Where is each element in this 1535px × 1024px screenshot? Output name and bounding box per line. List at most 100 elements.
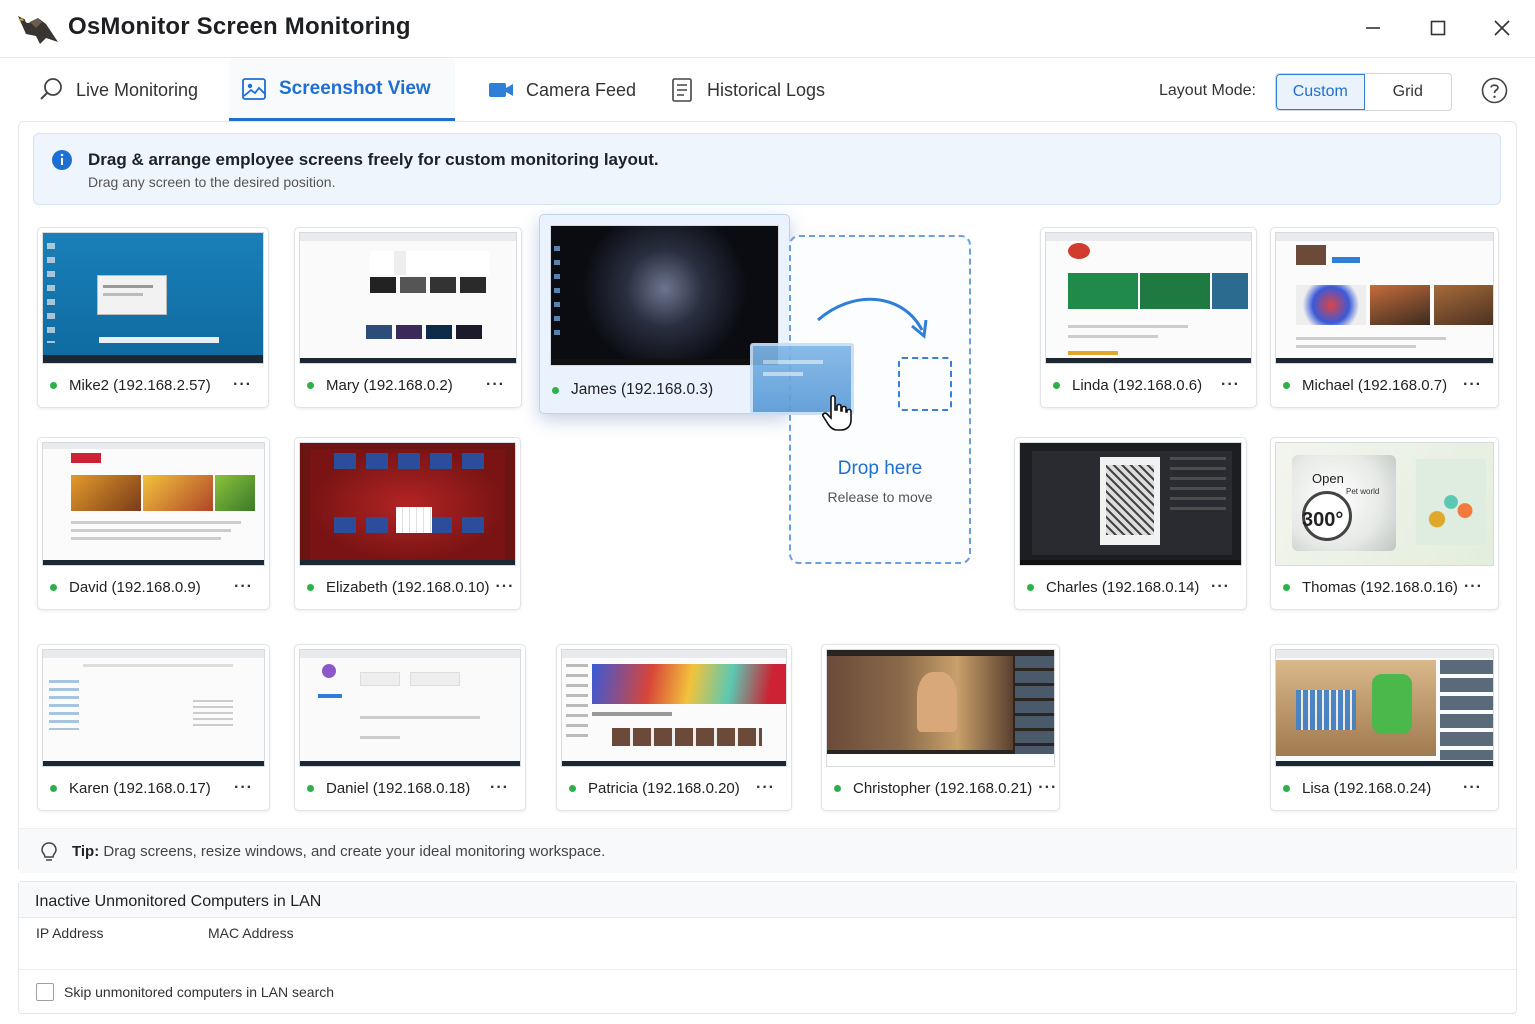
online-status-icon <box>552 386 559 394</box>
drop-subtitle: Release to move <box>827 489 933 505</box>
more-options-icon[interactable]: ··· <box>484 779 515 797</box>
inactive-panel-title: Inactive Unmonitored Computers in LAN <box>19 882 1516 918</box>
computer-name: Elizabeth (192.168.0.10) <box>326 578 490 596</box>
list-divider <box>19 969 1516 970</box>
online-status-icon <box>1283 381 1290 389</box>
layout-custom-button[interactable]: Custom <box>1276 74 1365 110</box>
screen-card-christopher[interactable]: Christopher (192.168.0.21) ··· <box>821 644 1060 811</box>
card-footer: Michael (192.168.0.7) ··· <box>1271 363 1498 407</box>
camera-icon <box>489 83 513 97</box>
screen-thumbnail <box>1019 442 1242 566</box>
screen-thumbnail <box>42 649 265 767</box>
tab-live-monitoring[interactable]: Live Monitoring <box>26 59 210 121</box>
thumb-open-text: Open <box>1312 471 1344 486</box>
computer-name: James (192.168.0.3) <box>571 381 714 398</box>
computer-name: Michael (192.168.0.7) <box>1302 376 1448 394</box>
lightbulb-icon <box>41 842 57 861</box>
more-options-icon[interactable]: ··· <box>1215 376 1246 394</box>
app-title: OsMonitor Screen Monitoring <box>68 13 411 40</box>
skip-unmonitored-checkbox[interactable] <box>36 983 54 1001</box>
more-options-icon[interactable]: ··· <box>1457 376 1488 394</box>
screen-thumbnail: Open Pet world 300° <box>1275 442 1494 566</box>
card-footer: Christopher (192.168.0.21) ··· <box>822 766 1059 810</box>
screen-card-karen[interactable]: Karen (192.168.0.17) ··· <box>37 644 270 811</box>
screen-card-mike2[interactable]: Mike2 (192.168.2.57) ··· <box>37 227 269 408</box>
more-options-icon[interactable]: ··· <box>1457 779 1488 797</box>
more-options-icon[interactable]: ··· <box>1032 779 1063 797</box>
card-footer: Patricia (192.168.0.20) ··· <box>557 766 791 810</box>
info-icon <box>52 150 72 170</box>
online-status-icon <box>1027 583 1034 591</box>
computer-name: Patricia (192.168.0.20) <box>588 779 740 797</box>
tab-camera-feed[interactable]: Camera Feed <box>476 59 648 121</box>
tab-historical-logs[interactable]: Historical Logs <box>657 59 837 121</box>
tab-screenshot-view[interactable]: Screenshot View <box>229 59 455 121</box>
computer-name: Daniel (192.168.0.18) <box>326 779 471 797</box>
maximize-button[interactable] <box>1416 10 1460 46</box>
tab-label: Live Monitoring <box>76 79 199 100</box>
inactive-computers-panel: Inactive Unmonitored Computers in LAN IP… <box>18 881 1517 1014</box>
screen-card-thomas[interactable]: Open Pet world 300° Thomas (192.168.0.16… <box>1270 437 1499 610</box>
screen-card-mary[interactable]: Mary (192.168.0.2) ··· <box>294 227 522 408</box>
layout-grid-button[interactable]: Grid <box>1365 74 1452 110</box>
more-options-icon[interactable]: ··· <box>489 578 520 596</box>
computer-name: Charles (192.168.0.14) <box>1046 578 1200 596</box>
screen-card-charles[interactable]: Charles (192.168.0.14) ··· <box>1014 437 1247 610</box>
card-footer: Linda (192.168.0.6) ··· <box>1041 363 1256 407</box>
minimize-button[interactable] <box>1351 10 1395 46</box>
tab-label: Screenshot View <box>279 77 431 99</box>
thumb-pet-world-text: Pet world <box>1346 487 1380 496</box>
tip-text: Tip: Drag screens, resize windows, and c… <box>72 843 605 860</box>
screen-card-daniel[interactable]: Daniel (192.168.0.18) ··· <box>294 644 526 811</box>
layout-mode-label: Layout Mode: <box>1159 82 1256 99</box>
online-status-icon <box>50 381 57 389</box>
screen-card-elizabeth[interactable]: Elizabeth (192.168.0.10) ··· <box>294 437 521 610</box>
tab-bar: Live Monitoring Screenshot View Camera F… <box>0 59 1535 121</box>
close-icon <box>1494 20 1510 36</box>
image-icon <box>242 77 266 100</box>
online-status-icon <box>1053 381 1060 389</box>
close-button[interactable] <box>1480 10 1524 46</box>
screen-thumbnail <box>561 649 787 767</box>
more-options-icon[interactable]: ··· <box>750 779 781 797</box>
online-status-icon <box>1283 583 1290 591</box>
online-status-icon <box>307 583 314 591</box>
screen-card-david[interactable]: David (192.168.0.9) ··· <box>37 437 270 610</box>
screen-thumbnail <box>299 442 516 566</box>
search-icon <box>40 78 62 100</box>
tip-label: Tip: <box>72 843 100 860</box>
more-options-icon[interactable]: ··· <box>227 376 258 394</box>
online-status-icon <box>50 784 57 792</box>
help-icon[interactable] <box>1481 77 1508 104</box>
computer-name: Lisa (192.168.0.24) <box>1302 779 1432 797</box>
screen-thumbnail <box>1275 232 1494 364</box>
more-options-icon[interactable]: ··· <box>1458 578 1489 596</box>
tip-body: Drag screens, resize windows, and create… <box>99 843 606 860</box>
eagle-logo-icon <box>18 16 58 44</box>
minimize-icon <box>1366 27 1380 29</box>
screen-thumbnail <box>1045 232 1252 364</box>
computer-name: Karen (192.168.0.17) <box>69 779 211 797</box>
online-status-icon <box>834 784 841 792</box>
more-options-icon[interactable]: ··· <box>228 779 259 797</box>
hand-cursor-icon <box>822 394 852 431</box>
card-footer: Charles (192.168.0.14) ··· <box>1015 565 1246 609</box>
more-options-icon[interactable]: ··· <box>480 376 511 394</box>
card-footer: Thomas (192.168.0.16) ··· <box>1271 565 1498 609</box>
screen-thumbnail <box>826 649 1055 767</box>
tab-label: Camera Feed <box>526 79 637 100</box>
more-options-icon[interactable]: ··· <box>1205 578 1236 596</box>
column-mac-address[interactable]: MAC Address <box>208 925 294 941</box>
screen-card-michael[interactable]: Michael (192.168.0.7) ··· <box>1270 227 1499 408</box>
card-footer: Mike2 (192.168.2.57) ··· <box>38 363 268 407</box>
online-status-icon <box>307 784 314 792</box>
card-footer: Daniel (192.168.0.18) ··· <box>295 766 525 810</box>
card-footer: Karen (192.168.0.17) ··· <box>38 766 269 810</box>
more-options-icon[interactable]: ··· <box>228 578 259 596</box>
screen-card-patricia[interactable]: Patricia (192.168.0.20) ··· <box>556 644 792 811</box>
column-ip-address[interactable]: IP Address <box>36 925 103 941</box>
computer-name: Thomas (192.168.0.16) <box>1302 578 1458 596</box>
screen-card-lisa[interactable]: Lisa (192.168.0.24) ··· <box>1270 644 1499 811</box>
card-footer: Elizabeth (192.168.0.10) ··· <box>295 565 520 609</box>
screen-card-linda[interactable]: Linda (192.168.0.6) ··· <box>1040 227 1257 408</box>
